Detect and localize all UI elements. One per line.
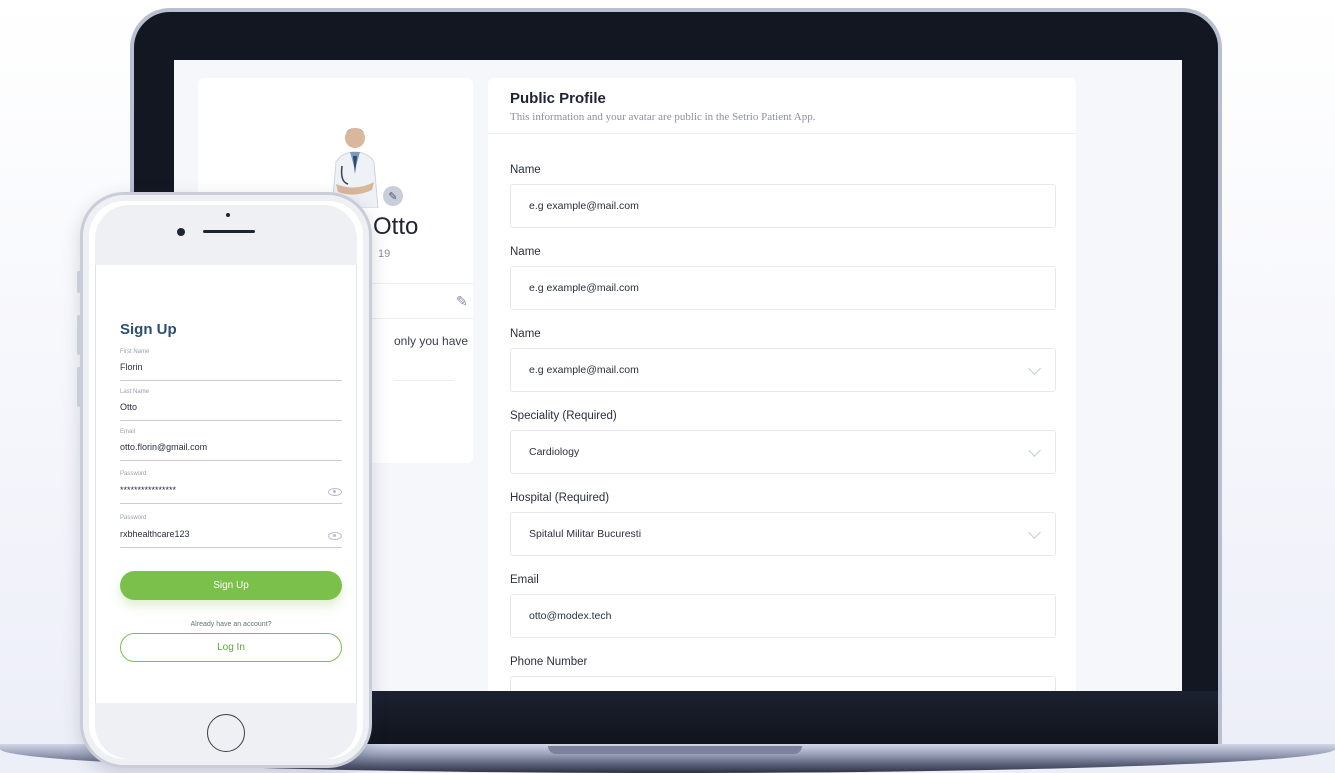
field-label-hospital: Hospital (Required) <box>510 492 610 504</box>
profile-subtitle: 19 <box>378 248 391 260</box>
field-label-email: Email <box>510 574 539 586</box>
form-title: Public Profile <box>510 90 606 107</box>
input-underline <box>120 460 342 461</box>
first-name-input[interactable]: Florin <box>120 362 143 372</box>
first-name-label: First Name <box>120 349 150 355</box>
speciality-select-value: Cardiology <box>529 446 580 458</box>
chevron-down-icon <box>1028 444 1041 457</box>
password-field[interactable]: **************** <box>120 485 176 495</box>
phone-side-button <box>77 367 81 407</box>
phone-side-button <box>77 315 81 355</box>
login-button[interactable]: Log In <box>120 633 342 662</box>
profile-note: only you have <box>394 334 469 348</box>
email-input-value: otto@modex.tech <box>529 610 612 622</box>
name-input-2[interactable]: e.g example@mail.com <box>510 266 1056 310</box>
input-underline <box>120 547 342 548</box>
name-select[interactable]: e.g example@mail.com <box>510 348 1056 392</box>
field-label-speciality: Speciality (Required) <box>510 410 617 422</box>
input-underline <box>120 420 342 421</box>
phone-speaker <box>203 230 255 233</box>
phone-camera <box>177 228 185 236</box>
chevron-down-icon <box>1028 362 1041 375</box>
password-label: Password <box>120 471 147 477</box>
input-underline <box>120 380 342 381</box>
edit-avatar-icon[interactable]: ✎ <box>383 186 403 206</box>
speciality-select[interactable]: Cardiology <box>510 430 1056 474</box>
field-label-name-3: Name <box>510 328 541 340</box>
phone-side-button <box>77 271 81 293</box>
email-input[interactable]: otto@modex.tech <box>510 594 1056 638</box>
signup-screen: Sign Up First Name Florin Last Name Otto… <box>95 265 357 703</box>
field-label-name-2: Name <box>510 246 541 258</box>
profile-name: Otto <box>373 213 419 240</box>
edit-icon[interactable]: ✎ <box>456 293 468 310</box>
eye-icon[interactable] <box>328 488 342 496</box>
laptop-notch <box>548 746 802 754</box>
last-name-label: Last Name <box>120 389 150 395</box>
signup-title: Sign Up <box>120 321 177 338</box>
field-label-name-1: Name <box>510 164 541 176</box>
phone-frame: Sign Up First Name Florin Last Name Otto… <box>77 192 372 768</box>
name-input-1-value: e.g example@mail.com <box>529 200 639 212</box>
phone-sensor <box>226 213 230 217</box>
phone-input[interactable] <box>510 676 1056 691</box>
name-input-1[interactable]: e.g example@mail.com <box>510 184 1056 228</box>
signup-button[interactable]: Sign Up <box>120 571 342 600</box>
divider <box>394 380 454 381</box>
password-confirm-field[interactable]: rxbhealthcare123 <box>120 529 190 539</box>
already-have-account-text: Already have an account? <box>190 621 272 628</box>
home-button[interactable] <box>207 714 245 752</box>
chevron-down-icon <box>1028 526 1041 539</box>
divider <box>488 133 1076 134</box>
form-subtitle: This information and your avatar are pub… <box>510 111 816 123</box>
hospital-select[interactable]: Spitalul Militar Bucuresti <box>510 512 1056 556</box>
email-field[interactable]: otto.florin@gmail.com <box>120 442 207 452</box>
name-select-value: e.g example@mail.com <box>529 364 639 376</box>
input-underline <box>120 503 342 504</box>
public-profile-form: Public Profile This information and your… <box>488 78 1076 691</box>
hospital-select-value: Spitalul Militar Bucuresti <box>529 528 642 540</box>
field-label-phone: Phone Number <box>510 656 588 668</box>
email-label: Email <box>120 429 136 435</box>
password-confirm-label: Password <box>120 515 147 521</box>
last-name-input[interactable]: Otto <box>120 402 137 412</box>
eye-icon[interactable] <box>328 532 342 540</box>
name-input-2-value: e.g example@mail.com <box>529 282 639 294</box>
